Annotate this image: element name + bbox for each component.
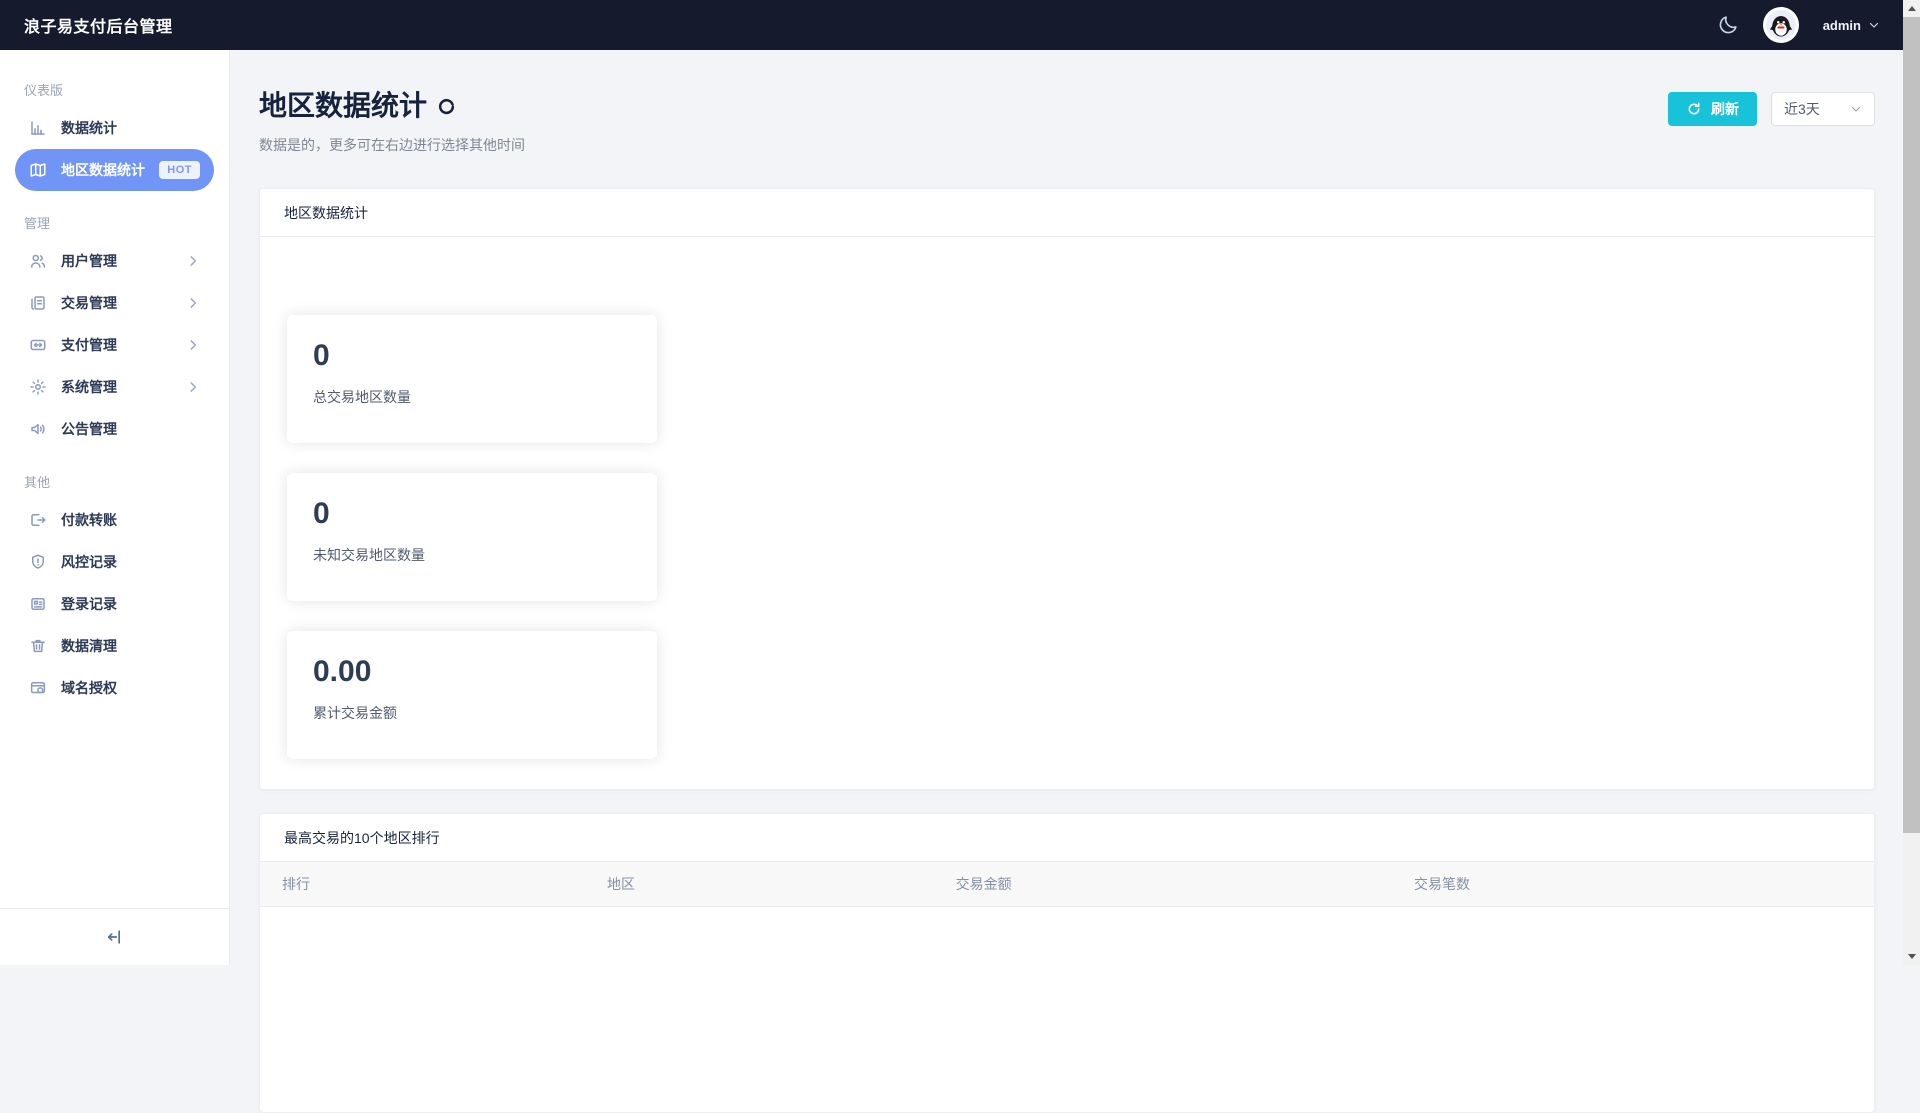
time-range-value: 近3天 [1784,99,1820,119]
user-menu[interactable]: admin [1823,18,1880,33]
sidebar-item-risk-records[interactable]: 风控记录 [15,541,214,583]
chevron-right-icon [186,296,200,310]
header-actions: 刷新 近3天 [1668,92,1875,126]
sidebar-item-label: 系统管理 [61,377,117,397]
sidebar-item-login-records[interactable]: 登录记录 [15,583,214,625]
sidebar-item-label: 数据清理 [61,636,117,656]
bar-chart-icon [29,119,47,137]
sidebar-item-user-management[interactable]: 用户管理 [15,240,214,282]
refresh-button[interactable]: 刷新 [1668,92,1757,126]
sidebar-section-management: 管理 [0,203,229,240]
sidebar-section-other: 其他 [0,462,229,499]
sidebar-item-label: 交易管理 [61,293,117,313]
map-icon [29,161,47,179]
page-title-row: 地区数据统计 [259,84,525,124]
ranking-table: 排行 地区 交易金额 交易笔数 [260,862,1874,966]
sidebar-menu: 仪表版 数据统计 地区数据统计 HOT 管理 [0,50,229,908]
chevron-right-icon [186,380,200,394]
id-card-icon [29,595,47,613]
sidebar-item-label: 公告管理 [61,419,117,439]
sidebar-footer [0,908,229,965]
ranking-card-title: 最高交易的10个地区排行 [284,828,440,848]
sidebar-item-label: 付款转账 [61,510,117,530]
chevron-down-icon [1868,19,1880,31]
chevron-right-icon [186,338,200,352]
sidebar-section-dashboard: 仪表版 [0,70,229,107]
avatar[interactable] [1763,7,1799,43]
sidebar-item-label: 数据统计 [61,118,117,138]
stat-value: 0.00 [313,655,631,688]
column-region: 地区 [607,862,956,906]
sidebar-item-domain-authorization[interactable]: 域名授权 [15,667,214,709]
chevron-right-icon [186,254,200,268]
main-content: 地区数据统计 数据是的，更多可在右边进行选择其他时间 刷新 近3天 [231,50,1903,1113]
window-scrollbar[interactable] [1903,0,1920,965]
sidebar: 仪表版 数据统计 地区数据统计 HOT 管理 [0,50,230,965]
ranking-card-header: 最高交易的10个地区排行 [260,814,1874,862]
users-icon [29,252,47,270]
sidebar-item-transaction-management[interactable]: 交易管理 [15,282,214,324]
document-icon [29,294,47,312]
time-range-select[interactable]: 近3天 [1771,92,1875,126]
collapse-sidebar-icon[interactable] [105,927,125,947]
stat-label: 累计交易金额 [313,703,631,723]
page-header-left: 地区数据统计 数据是的，更多可在右边进行选择其他时间 [259,84,525,155]
title-refresh-icon [437,97,456,116]
sidebar-item-label: 地区数据统计 [61,160,145,180]
avatar-image [1766,10,1796,40]
transfer-out-icon [29,511,47,529]
refresh-icon [1686,101,1702,117]
sidebar-item-system-management[interactable]: 系统管理 [15,366,214,408]
username: admin [1823,18,1861,33]
stats-body: 0 总交易地区数量 0 未知交易地区数量 0.00 累计交易金额 [260,237,1874,791]
ranking-table-body [260,906,1874,966]
sidebar-item-label: 支付管理 [61,335,117,355]
speaker-icon [29,420,47,438]
ranking-card: 最高交易的10个地区排行 排行 地区 交易金额 交易笔数 [259,813,1875,1113]
sidebar-item-payout-transfer[interactable]: 付款转账 [15,499,214,541]
stat-card-total-regions: 0 总交易地区数量 [287,315,657,443]
hot-badge: HOT [159,161,200,179]
navbar-right: admin [1717,7,1880,43]
sidebar-item-region-stats[interactable]: 地区数据统计 HOT [15,149,214,191]
domain-window-icon [29,679,47,697]
sidebar-item-label: 风控记录 [61,552,117,572]
chevron-down-icon [1850,103,1862,115]
stat-card-unknown-regions: 0 未知交易地区数量 [287,473,657,601]
sidebar-item-payment-management[interactable]: 支付管理 [15,324,214,366]
stat-value: 0 [313,497,631,530]
sidebar-item-announcement-management[interactable]: 公告管理 [15,408,214,450]
gear-icon [29,378,47,396]
sidebar-item-label: 登录记录 [61,594,117,614]
scrollbar-down-arrow[interactable] [1903,948,1920,965]
scrollbar-up-arrow[interactable] [1903,0,1920,17]
app-title: 浪子易支付后台管理 [24,13,173,37]
trash-icon [29,637,47,655]
sidebar-item-data-cleanup[interactable]: 数据清理 [15,625,214,667]
column-count: 交易笔数 [1414,862,1874,906]
region-stats-card-header: 地区数据统计 [260,189,1874,237]
page-title: 地区数据统计 [259,84,427,124]
shield-alert-icon [29,553,47,571]
scrollbar-thumb[interactable] [1903,17,1920,833]
stat-label: 总交易地区数量 [313,387,631,407]
page-subtitle: 数据是的，更多可在右边进行选择其他时间 [259,135,525,155]
ranking-table-header-row: 排行 地区 交易金额 交易笔数 [260,862,1874,906]
sidebar-item-label: 用户管理 [61,251,117,271]
top-navbar: 浪子易支付后台管理 ad [0,0,1920,50]
sidebar-item-label: 域名授权 [61,678,117,698]
page-header: 地区数据统计 数据是的，更多可在右边进行选择其他时间 刷新 近3天 [259,84,1875,155]
column-rank: 排行 [260,862,607,906]
region-stats-card: 地区数据统计 0 总交易地区数量 0 未知交易地区数量 0.00 累计交易金额 [259,188,1875,790]
stat-label: 未知交易地区数量 [313,545,631,565]
dark-mode-moon-icon[interactable] [1717,14,1739,36]
refresh-button-label: 刷新 [1711,99,1739,119]
column-amount: 交易金额 [956,862,1414,906]
sidebar-item-data-stats[interactable]: 数据统计 [15,107,214,149]
stat-value: 0 [313,339,631,372]
region-stats-card-title: 地区数据统计 [284,203,368,223]
stat-card-total-amount: 0.00 累计交易金额 [287,631,657,759]
payment-card-icon [29,336,47,354]
